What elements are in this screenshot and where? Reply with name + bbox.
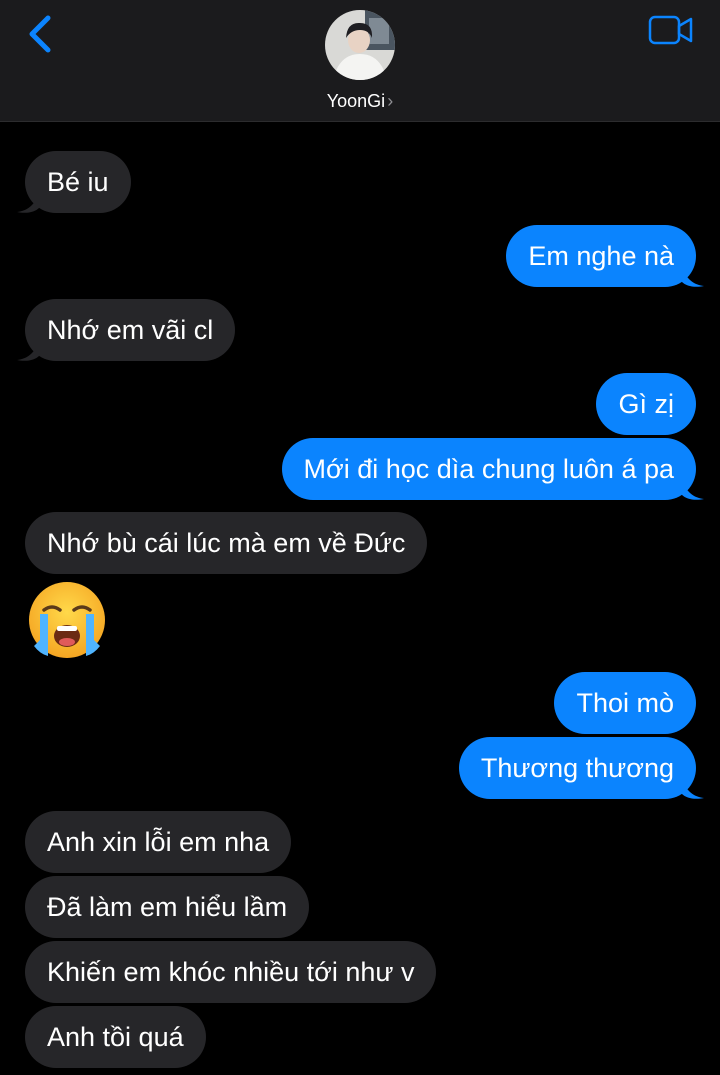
bubble-tail — [682, 480, 704, 500]
avatar-photo — [325, 10, 395, 80]
message-bubble-received[interactable]: Khiến em khóc nhiều tới như v — [25, 941, 437, 1003]
message-bubble-sent[interactable]: Em nghe nà — [506, 225, 704, 287]
bubble-tail — [17, 193, 39, 213]
crying-face-emoji[interactable] — [26, 580, 108, 660]
message-text: Em nghe nà — [528, 241, 674, 271]
message-bubble-sent[interactable]: Thương thương — [458, 737, 704, 799]
bubble-tail — [17, 341, 39, 361]
message-bubble-sent[interactable]: Gì zị — [596, 373, 696, 435]
bubble-tail — [682, 267, 704, 287]
conversation-header: YoonGi › — [0, 0, 720, 122]
chevron-left-icon — [29, 15, 51, 53]
message-text: Gì zị — [618, 389, 674, 419]
video-call-button[interactable] — [648, 14, 694, 46]
message-text: Anh tồi quá — [47, 1022, 184, 1052]
chevron-right-icon: › — [387, 91, 394, 111]
bubble-tail — [682, 779, 704, 799]
video-camera-icon — [648, 15, 693, 45]
contact-name[interactable]: YoonGi › — [0, 90, 720, 112]
message-bubble-received[interactable]: Nhớ em vãi cl — [17, 299, 236, 361]
message-bubble-received[interactable]: Đã làm em hiểu lầm — [25, 876, 310, 938]
message-text: Đã làm em hiểu lầm — [47, 892, 288, 922]
message-bubble-received[interactable]: Anh tồi quá — [25, 1006, 206, 1068]
message-text: Thương thương — [480, 753, 674, 783]
message-text: Anh xin lỗi em nha — [47, 827, 270, 857]
back-button[interactable] — [22, 12, 58, 58]
message-bubble-sent[interactable]: Mới đi học dìa chung luôn á pa — [281, 438, 704, 500]
message-text: Bé iu — [47, 167, 109, 197]
message-bubble-received[interactable]: Anh xin lỗi em nha — [25, 811, 292, 873]
contact-name-text: YoonGi — [326, 91, 386, 111]
message-text: Nhớ bù cái lúc mà em về Đức — [47, 528, 406, 558]
message-text: Mới đi học dìa chung luôn á pa — [303, 454, 674, 484]
message-bubble-received[interactable]: Nhớ bù cái lúc mà em về Đức — [25, 512, 428, 574]
message-bubble-sent[interactable]: Thoi mò — [554, 672, 696, 734]
message-text: Khiến em khóc nhiều tới như v — [47, 957, 415, 987]
message-text: Nhớ em vãi cl — [47, 315, 214, 345]
loudly-crying-face-icon — [29, 582, 105, 658]
contact-avatar[interactable] — [325, 10, 395, 80]
message-bubble-received[interactable]: Bé iu — [17, 151, 131, 213]
message-text: Thoi mò — [576, 688, 674, 718]
